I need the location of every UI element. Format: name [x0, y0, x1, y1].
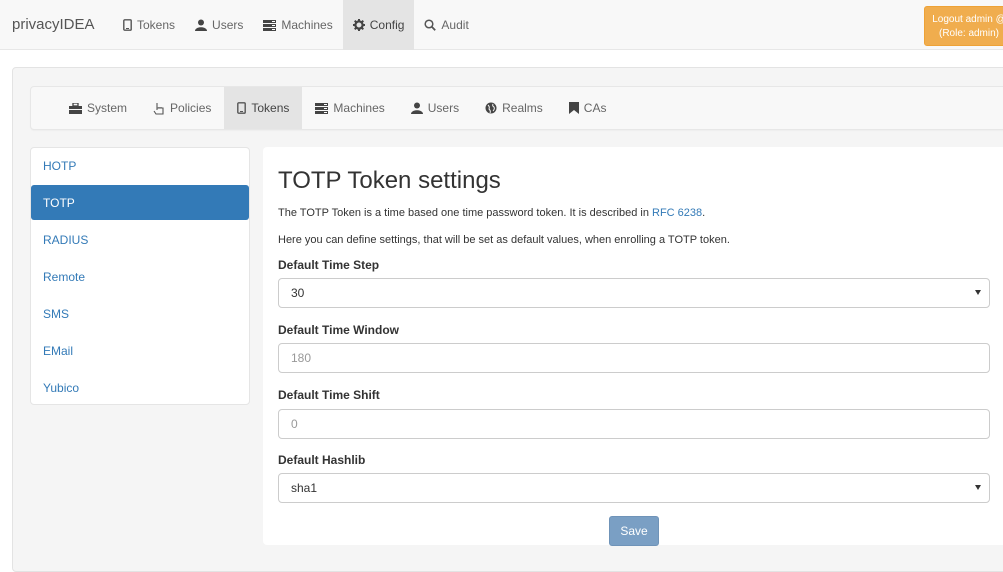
time-step-label: Default Time Step — [278, 258, 380, 272]
machines-icon — [315, 102, 329, 114]
subnav-realms-label: Realms — [502, 101, 543, 115]
subnav-realms[interactable]: Realms — [472, 87, 556, 129]
time-shift-placeholder: 0 — [291, 417, 298, 431]
phone-icon — [123, 19, 132, 31]
hand-icon — [153, 102, 165, 115]
subnav-cas-label: CAs — [583, 101, 607, 115]
time-step-select[interactable]: 30 — [278, 278, 990, 308]
nav-tokens[interactable]: Tokens — [113, 0, 185, 50]
user-icon — [195, 19, 208, 31]
hashlib-select[interactable]: sha1 — [278, 473, 990, 503]
gear-icon — [352, 19, 365, 31]
description-text: The TOTP Token is a time based one time … — [278, 207, 652, 219]
subnav-policies-label: Policies — [170, 101, 212, 115]
hashlib-label: Default Hashlib — [278, 453, 366, 467]
brand-logo[interactable]: privacyIDEA — [12, 16, 95, 33]
bookmark-icon — [568, 102, 579, 114]
nav-machines-label: Machines — [281, 18, 333, 32]
top-navbar: privacyIDEA Tokens Users Machines Config — [0, 0, 1003, 50]
search-icon — [424, 19, 437, 31]
time-window-placeholder: 180 — [291, 351, 312, 365]
nav-config[interactable]: Config — [342, 0, 415, 50]
list-item-totp[interactable]: TOTP — [31, 185, 249, 220]
top-nav: Tokens Users Machines Config Audit — [113, 0, 479, 50]
chevron-down-icon — [975, 485, 981, 490]
list-item-hotp[interactable]: HOTP — [31, 148, 249, 183]
nav-tokens-label: Tokens — [137, 18, 176, 32]
time-shift-input[interactable]: 0 — [278, 409, 990, 439]
config-subnav: System Policies Tokens Machines Users Re… — [30, 86, 1003, 130]
description-defaults: Here you can define settings, that will … — [278, 234, 730, 246]
logout-button[interactable]: Logout admin @ (Role: admin) — [924, 6, 1003, 46]
nav-users-label: Users — [212, 18, 244, 32]
nav-users[interactable]: Users — [185, 0, 253, 50]
subnav-tokens-label: Tokens — [251, 101, 290, 115]
page-title: TOTP Token settings — [278, 167, 501, 194]
time-shift-label: Default Time Shift — [278, 388, 380, 402]
list-item-remote[interactable]: Remote — [31, 259, 249, 294]
list-item-radius[interactable]: RADIUS — [31, 222, 249, 257]
description-suffix: . — [702, 207, 706, 219]
totp-settings-panel: TOTP Token settings The TOTP Token is a … — [263, 147, 1003, 546]
rfc-link[interactable]: RFC 6238 — [652, 207, 702, 219]
list-item-yubico[interactable]: Yubico — [31, 370, 249, 405]
machines-icon — [263, 19, 277, 31]
token-type-list: HOTP TOTP RADIUS Remote SMS EMail Yubico — [30, 147, 250, 405]
subnav-system-label: System — [87, 101, 128, 115]
nav-machines[interactable]: Machines — [253, 0, 342, 50]
subnav-system[interactable]: System — [56, 87, 140, 129]
logout-label: Logout admin @ — [932, 14, 1003, 25]
user-icon — [410, 102, 423, 114]
list-item-email[interactable]: EMail — [31, 333, 249, 368]
briefcase-icon — [69, 102, 82, 114]
subnav-cas[interactable]: CAs — [556, 87, 620, 129]
globe-icon — [485, 102, 497, 114]
subnav-tokens[interactable]: Tokens — [224, 87, 303, 129]
nav-config-label: Config — [369, 18, 405, 32]
nav-audit-label: Audit — [441, 18, 469, 32]
description: The TOTP Token is a time based one time … — [278, 207, 705, 219]
time-window-label: Default Time Window — [278, 323, 400, 337]
time-step-value: 30 — [291, 286, 305, 300]
chevron-down-icon — [975, 290, 981, 295]
main-container: System Policies Tokens Machines Users Re… — [12, 67, 1003, 572]
logout-role: (Role: admin) — [938, 28, 1000, 39]
save-button[interactable]: Save — [609, 516, 659, 546]
subnav-machines[interactable]: Machines — [302, 87, 397, 129]
nav-audit[interactable]: Audit — [414, 0, 478, 50]
subnav-users-label: Users — [427, 101, 460, 115]
phone-icon — [237, 102, 247, 114]
subnav-machines-label: Machines — [333, 101, 385, 115]
subnav-users[interactable]: Users — [398, 87, 472, 129]
subnav-policies[interactable]: Policies — [140, 87, 224, 129]
list-item-sms[interactable]: SMS — [31, 296, 249, 331]
hashlib-value: sha1 — [291, 481, 318, 495]
time-window-input[interactable]: 180 — [278, 343, 990, 373]
